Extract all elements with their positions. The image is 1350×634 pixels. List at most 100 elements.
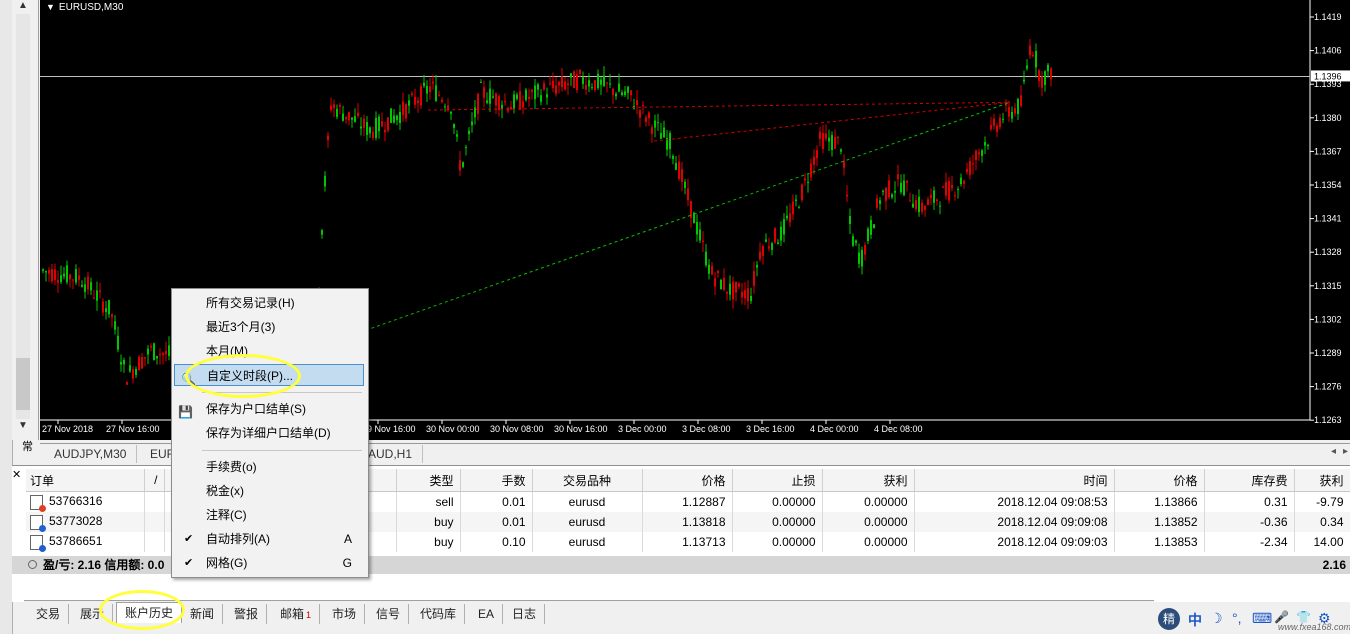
ime-halfwidth-icon[interactable]: ☽ — [1210, 610, 1223, 627]
tab-alerts[interactable]: 警报 — [226, 604, 268, 624]
candle-body — [147, 348, 149, 355]
menu-auto-arrange[interactable]: ✔ 自动排列(A) A — [174, 528, 364, 550]
col-symbol[interactable]: 交易品种 — [532, 469, 643, 492]
candle-body — [357, 112, 359, 117]
terminal-tabs: 交易 展示 账户历史 新闻 警报 邮箱 1 市场 信号 代码库 EA 日志 — [24, 600, 1154, 627]
candle-body — [528, 96, 530, 99]
candle-body — [873, 224, 875, 229]
candle-body — [717, 270, 719, 273]
candle-body — [336, 108, 338, 117]
candle-body — [1008, 107, 1010, 117]
candle-body — [942, 186, 944, 188]
candle-body — [1017, 98, 1019, 115]
col-profit[interactable]: 获利 — [1294, 469, 1350, 492]
candle-body — [888, 180, 890, 198]
col-time[interactable]: 时间 — [914, 469, 1115, 492]
candle-body — [765, 239, 767, 242]
candle-body — [96, 290, 98, 301]
col-close-price[interactable]: 价格 — [1114, 469, 1205, 492]
candle-body — [54, 269, 56, 281]
candle-body — [723, 278, 725, 290]
candle-body — [996, 125, 998, 132]
candle-body — [1047, 64, 1049, 72]
price-tick-label: 1.1354 — [1314, 180, 1342, 190]
candle-body — [627, 86, 629, 93]
symbol-cell: eurusd — [532, 512, 643, 532]
candle-body — [471, 121, 473, 126]
candle-body — [906, 180, 908, 183]
tab-scroll-left-icon[interactable]: ◂ — [1331, 446, 1336, 457]
tab-news[interactable]: 新闻 — [182, 604, 224, 624]
keyboard-icon[interactable]: ⌨ — [1252, 610, 1272, 627]
candle-body — [882, 190, 884, 192]
menu-save-detailed-report[interactable]: 保存为详细户口结单(D) — [174, 422, 364, 444]
tab-experts[interactable]: EA — [470, 604, 504, 624]
candle-body — [990, 124, 992, 130]
candle-body — [1005, 104, 1007, 106]
col-sort[interactable]: / — [144, 469, 165, 492]
candle-body — [372, 131, 374, 138]
menu-all-history[interactable]: 所有交易记录(H) — [174, 292, 364, 314]
close-icon[interactable]: ✕ — [12, 468, 21, 481]
candle-body — [87, 276, 89, 290]
menu-commission[interactable]: 手续费(o) — [174, 456, 364, 478]
menu-taxes[interactable]: 税金(x) — [174, 480, 364, 502]
navigator-tab[interactable]: 常 — [22, 438, 33, 454]
price-cell: 1.12887 — [642, 491, 733, 512]
candle-body — [726, 291, 728, 294]
ticket-cell: 53766316 — [26, 491, 145, 512]
scrollbar-thumb[interactable] — [16, 358, 30, 410]
candle-body — [120, 361, 122, 365]
col-type[interactable]: 类型 — [396, 469, 461, 492]
price-tick-label: 1.1328 — [1314, 247, 1342, 257]
candle-body — [936, 199, 938, 202]
candle-body — [414, 96, 416, 105]
tab-journal[interactable]: 日志 — [504, 604, 546, 624]
candle-body — [366, 122, 368, 135]
scroll-up-icon[interactable]: ▲ — [18, 0, 28, 11]
candle-body — [834, 137, 836, 149]
chart-tab-audjpy[interactable]: AUDJPY,M30 — [44, 445, 138, 463]
col-swap[interactable]: 库存费 — [1204, 469, 1295, 492]
candle-body — [741, 292, 743, 298]
scroll-down-icon[interactable]: ▼ — [18, 420, 28, 431]
menu-grid[interactable]: ✔ 网格(G) G — [174, 552, 364, 574]
candle-body — [822, 132, 824, 150]
tab-trade[interactable]: 交易 — [28, 604, 70, 624]
candle-body — [825, 133, 827, 139]
tab-mailbox[interactable]: 邮箱 1 — [272, 604, 321, 624]
tab-scroll-right-icon[interactable]: ▸ — [1343, 446, 1348, 457]
candle-body — [531, 89, 533, 92]
menu-save-report[interactable]: 💾 保存为户口结单(S) — [174, 398, 364, 420]
candle-body — [402, 101, 404, 115]
ime-chinese-mode-icon[interactable]: 中 — [1188, 610, 1202, 630]
time-tick-label: 3 Dec 08:00 — [682, 424, 731, 434]
col-sl[interactable]: 止损 — [732, 469, 823, 492]
candle-body — [669, 133, 671, 150]
highlight-ring — [99, 590, 185, 630]
col-order[interactable]: 订单 — [26, 469, 145, 492]
tab-codebase[interactable]: 代码库 — [412, 604, 466, 624]
ime-punctuation-icon[interactable]: °, — [1232, 610, 1242, 626]
tab-market[interactable]: 市场 — [324, 604, 366, 624]
candle-body — [819, 131, 821, 139]
candle-body — [378, 116, 380, 132]
candle-body — [573, 71, 575, 88]
sl-cell: 0.00000 — [732, 512, 823, 532]
candle-body — [411, 93, 413, 96]
candle-body — [1014, 108, 1016, 114]
time-tick-label: 3 Dec 16:00 — [746, 424, 795, 434]
candle-body — [429, 86, 431, 92]
col-lots[interactable]: 手数 — [460, 469, 533, 492]
candle-body — [480, 81, 482, 83]
col-price[interactable]: 价格 — [642, 469, 733, 492]
ime-logo-icon[interactable]: 精 — [1158, 608, 1180, 630]
candle-body — [1050, 68, 1052, 80]
col-tp[interactable]: 获利 — [822, 469, 915, 492]
tab-signals[interactable]: 信号 — [368, 604, 410, 624]
menu-last-3-months[interactable]: 最近3个月(3) — [174, 316, 364, 338]
candle-body — [642, 104, 644, 106]
candle-body — [816, 150, 818, 159]
ticket-cell: 53786651 — [26, 532, 145, 552]
menu-comments[interactable]: 注释(C) — [174, 504, 364, 526]
